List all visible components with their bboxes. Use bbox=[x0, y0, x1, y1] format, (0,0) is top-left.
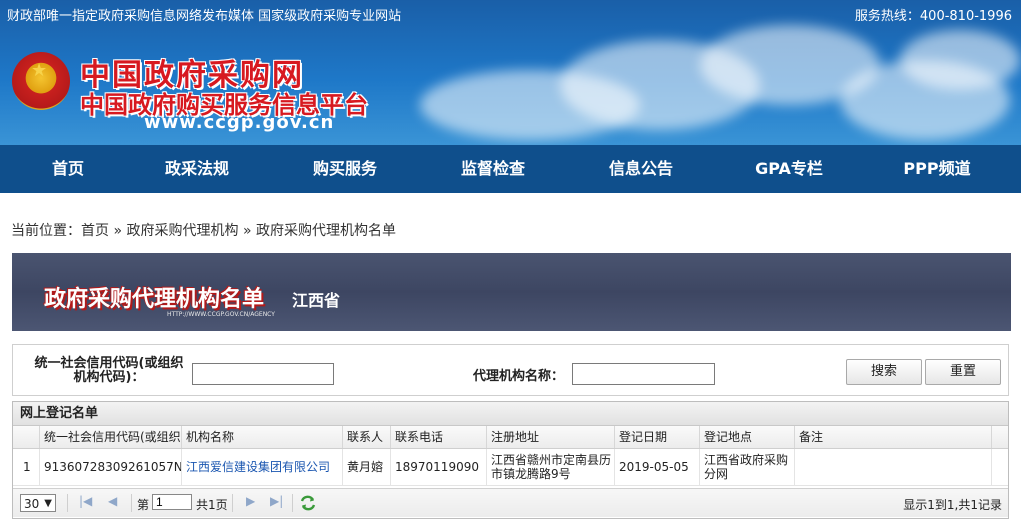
row-remark bbox=[795, 449, 992, 485]
breadcrumb-current: 政府采购代理机构名单 bbox=[255, 223, 396, 239]
page-label: 第 bbox=[137, 498, 150, 512]
row-date: 2019-05-05 bbox=[615, 449, 700, 485]
credit-code-label: 统一社会信用代码(或组织机构代码)： bbox=[34, 356, 184, 385]
chevron-down-icon: ▼ bbox=[44, 498, 52, 509]
national-emblem-icon[interactable]: ★ bbox=[12, 52, 70, 110]
breadcrumb-prefix: 当前位置： bbox=[11, 223, 81, 239]
row-address: 江西省赣州市定南县历市镇龙腾路9号 bbox=[487, 449, 615, 485]
pager-divider bbox=[67, 494, 68, 512]
page-banner: 政府采购代理机构名单 江西省 HTTP://WWW.CCGP.GOV.CN/AG… bbox=[12, 253, 1011, 331]
column-header[interactable]: 机构名称 bbox=[182, 426, 343, 448]
pager-divider bbox=[131, 494, 132, 512]
next-page-icon[interactable]: ▶ bbox=[246, 494, 255, 508]
column-header[interactable]: 登记地点 bbox=[700, 426, 795, 448]
nav-item-purchase-services[interactable]: 购买服务 bbox=[285, 145, 405, 193]
top-info-bar: 财政部唯一指定政府采购信息网络发布媒体 国家级政府采购专业网站 服务热线：400… bbox=[0, 0, 1021, 28]
refresh-icon[interactable] bbox=[299, 494, 317, 512]
pager-divider bbox=[232, 494, 233, 512]
row-agency-name-link[interactable]: 江西爱信建设集团有限公司 bbox=[182, 449, 343, 485]
breadcrumb-separator: » bbox=[113, 223, 123, 239]
reset-button[interactable]: 重置 bbox=[925, 359, 1001, 385]
banner-url: HTTP://WWW.CCGP.GOV.CN/AGENCY bbox=[167, 311, 275, 318]
breadcrumb: 当前位置：首页 » 政府采购代理机构 » 政府采购代理机构名单 bbox=[11, 220, 396, 240]
pager-divider bbox=[292, 494, 293, 512]
row-credit-code: 91360728309261057N bbox=[40, 449, 182, 485]
prev-page-icon[interactable]: ◀ bbox=[108, 494, 117, 508]
total-pages-text: 共1页 bbox=[196, 498, 228, 512]
site-header: 财政部唯一指定政府采购信息网络发布媒体 国家级政府采购专业网站 服务热线：400… bbox=[0, 0, 1021, 145]
hotline-text: 服务热线：400-810-1996 bbox=[854, 9, 1012, 24]
row-contact: 黄月嫆 bbox=[343, 449, 391, 485]
agency-name-label: 代理机构名称： bbox=[473, 369, 565, 384]
page-size-select[interactable]: 30 ▼ bbox=[20, 494, 56, 512]
grid-title: 网上登记名单 bbox=[13, 402, 1008, 426]
first-page-icon[interactable]: |◀ bbox=[79, 494, 92, 508]
banner-title: 政府采购代理机构名单 bbox=[44, 287, 265, 312]
agency-name-input[interactable] bbox=[572, 363, 715, 385]
nav-item-ppp[interactable]: PPP频道 bbox=[877, 145, 997, 193]
banner-province: 江西省 bbox=[292, 291, 341, 310]
nav-item-supervision[interactable]: 监督检查 bbox=[433, 145, 553, 193]
row-phone: 18970119090 bbox=[391, 449, 487, 485]
table-row[interactable]: 1 91360728309261057N 江西爱信建设集团有限公司 黄月嫆 18… bbox=[13, 449, 1008, 486]
main-nav: 首页 政采法规 购买服务 监督检查 信息公告 GPA专栏 PPP频道 bbox=[0, 145, 1021, 193]
nav-item-regulations[interactable]: 政采法规 bbox=[137, 145, 257, 193]
column-header[interactable]: 联系人 bbox=[343, 426, 391, 448]
star-icon: ★ bbox=[31, 60, 48, 81]
credit-code-input[interactable] bbox=[192, 363, 334, 385]
cloud-decoration bbox=[900, 30, 1020, 90]
breadcrumb-home[interactable]: 首页 bbox=[81, 223, 109, 239]
row-index: 1 bbox=[13, 449, 40, 485]
column-header[interactable]: 备注 bbox=[795, 426, 992, 448]
last-page-icon[interactable]: ▶| bbox=[270, 494, 283, 508]
column-header[interactable]: 注册地址 bbox=[487, 426, 615, 448]
grid-header: 统一社会信用代码(或组织机 机构名称 联系人 联系电话 注册地址 登记日期 登记… bbox=[13, 426, 1008, 449]
column-header[interactable]: 统一社会信用代码(或组织机 bbox=[40, 426, 182, 448]
page-size-value: 30 bbox=[24, 497, 40, 511]
site-url: www.ccgp.gov.cn bbox=[144, 112, 335, 133]
breadcrumb-separator: » bbox=[242, 223, 252, 239]
search-panel: 统一社会信用代码(或组织机构代码)： 代理机构名称： 搜索 重置 bbox=[12, 344, 1009, 396]
pagination-bar: 30 ▼ |◀ ◀ 第 共1页 ▶ ▶| 显示1到1,共1记录 bbox=[13, 488, 1008, 517]
breadcrumb-agencies[interactable]: 政府采购代理机构 bbox=[126, 223, 238, 239]
registration-grid: 网上登记名单 统一社会信用代码(或组织机 机构名称 联系人 联系电话 注册地址 … bbox=[12, 401, 1009, 519]
record-summary: 显示1到1,共1记录 bbox=[903, 498, 1002, 512]
search-button[interactable]: 搜索 bbox=[846, 359, 922, 385]
slogan-text: 财政部唯一指定政府采购信息网络发布媒体 国家级政府采购专业网站 bbox=[7, 9, 402, 24]
nav-item-home[interactable]: 首页 bbox=[8, 145, 128, 193]
row-place: 江西省政府采购分网 bbox=[700, 449, 795, 485]
nav-item-gpa[interactable]: GPA专栏 bbox=[729, 145, 849, 193]
header-index bbox=[13, 426, 40, 448]
column-header[interactable]: 联系电话 bbox=[391, 426, 487, 448]
column-header[interactable]: 登记日期 bbox=[615, 426, 700, 448]
page-number-input[interactable] bbox=[152, 494, 192, 510]
nav-item-announcements[interactable]: 信息公告 bbox=[581, 145, 701, 193]
